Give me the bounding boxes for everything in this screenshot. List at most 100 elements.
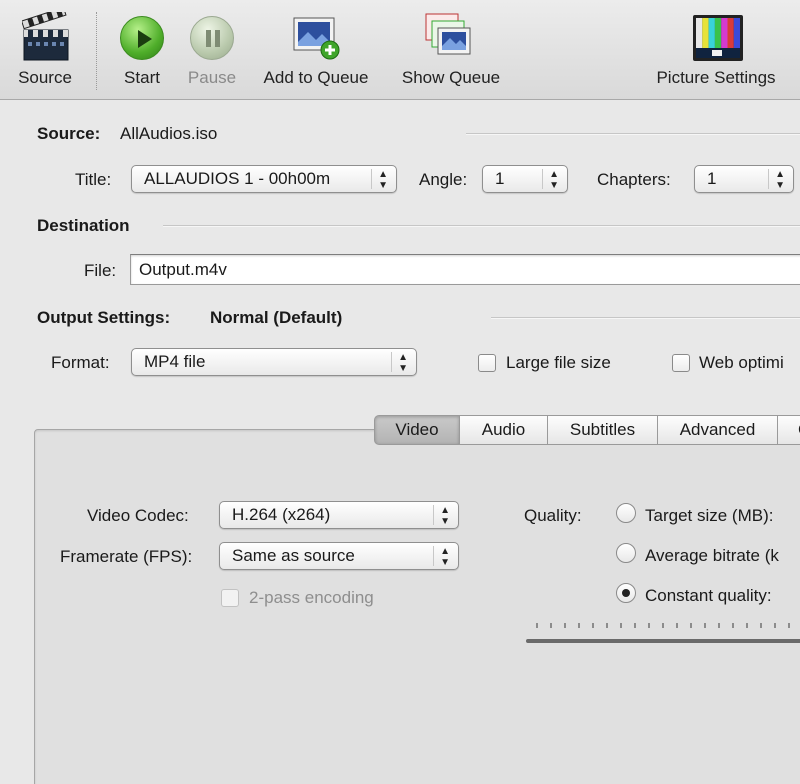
clapperboard-icon [22, 12, 69, 61]
large-file-size-checkbox[interactable] [478, 354, 496, 372]
add-to-queue-label: Add to Queue [263, 68, 369, 87]
constant-quality-radio[interactable] [616, 583, 636, 603]
angle-popup-value: 1 [495, 169, 505, 188]
source-label: Source: [37, 124, 101, 143]
updown-arrows-icon: ▲ ▼ [775, 169, 785, 191]
chapters-popup-value: 1 [707, 169, 717, 188]
source-divider [466, 133, 800, 135]
video-codec-value: H.264 (x264) [232, 505, 331, 524]
title-popup-value: ALLAUDIOS 1 - 00h00m [144, 169, 331, 188]
popup-divider [433, 546, 434, 566]
format-popup[interactable]: MP4 file ▲ ▼ [131, 348, 417, 376]
format-label: Format: [51, 353, 110, 372]
large-file-size-label: Large file size [506, 353, 611, 372]
angle-label: Angle: [419, 170, 468, 189]
add-to-queue-icon [293, 17, 340, 60]
add-to-queue-button[interactable]: Add to Queue [258, 0, 374, 100]
tab-video[interactable]: Video [374, 415, 460, 445]
destination-heading: Destination [37, 216, 130, 235]
updown-arrows-icon: ▲ ▼ [378, 169, 388, 191]
slider-tick [690, 623, 692, 628]
target-size-label: Target size (MB): [645, 506, 774, 525]
slider-tick [718, 623, 720, 628]
updown-arrows-icon: ▲ ▼ [398, 352, 408, 374]
slider-tick [536, 623, 538, 628]
updown-arrows-icon: ▲ ▼ [549, 169, 559, 191]
two-pass-checkbox[interactable] [221, 589, 239, 607]
slider-tick [704, 623, 706, 628]
format-popup-value: MP4 file [144, 352, 206, 371]
tab-advanced[interactable]: Advanced [658, 415, 778, 445]
web-optimized-checkbox[interactable] [672, 354, 690, 372]
pause-button[interactable]: Pause [182, 0, 242, 100]
output-settings-label: Output Settings: [37, 308, 171, 327]
tab-subtitles[interactable]: Subtitles [548, 415, 658, 445]
title-label: Title: [75, 170, 112, 189]
video-codec-popup[interactable]: H.264 (x264) ▲ ▼ [219, 501, 459, 529]
popup-divider [542, 169, 543, 189]
file-path-value: Output.m4v [139, 260, 227, 279]
slider-tick [760, 623, 762, 628]
tv-test-pattern-icon [693, 15, 743, 61]
destination-divider [163, 225, 800, 227]
slider-tick [676, 623, 678, 628]
slider-tick [578, 623, 580, 628]
web-optimized-label: Web optimi [699, 353, 784, 372]
popup-divider [768, 169, 769, 189]
pause-icon [190, 16, 234, 60]
framerate-label: Framerate (FPS): [60, 547, 193, 566]
video-codec-label: Video Codec: [87, 506, 189, 525]
two-pass-label: 2-pass encoding [249, 588, 374, 607]
title-popup[interactable]: ALLAUDIOS 1 - 00h00m ▲ ▼ [131, 165, 397, 193]
slider-tick [592, 623, 594, 628]
tab-audio[interactable]: Audio [460, 415, 548, 445]
file-label: File: [84, 261, 117, 280]
updown-arrows-icon: ▲ ▼ [440, 546, 450, 568]
framerate-popup[interactable]: Same as source ▲ ▼ [219, 542, 459, 570]
average-bitrate-label: Average bitrate (k [645, 546, 779, 565]
file-path-field[interactable]: Output.m4v [130, 254, 800, 285]
show-queue-label: Show Queue [401, 68, 501, 87]
show-queue-button[interactable]: Show Queue [394, 0, 508, 100]
pause-label: Pause [187, 68, 237, 87]
slider-tick [732, 623, 734, 628]
framerate-value: Same as source [232, 546, 355, 565]
target-size-radio[interactable] [616, 503, 636, 523]
picture-settings-button[interactable]: Picture Settings [646, 0, 786, 100]
start-button[interactable]: Start [112, 0, 172, 100]
quality-label: Quality: [524, 506, 582, 525]
constant-quality-label: Constant quality: [645, 586, 772, 605]
slider-tick [634, 623, 636, 628]
output-divider [491, 317, 800, 319]
slider-tick [662, 623, 664, 628]
popup-divider [433, 505, 434, 525]
tab-chapters[interactable]: C [778, 415, 800, 445]
slider-tick [564, 623, 566, 628]
source-toolbar-button[interactable]: Source [0, 0, 90, 100]
settings-tab-panel [34, 429, 800, 784]
slider-tick [774, 623, 776, 628]
quality-slider[interactable] [526, 639, 800, 643]
slider-tick [620, 623, 622, 628]
slider-tick [746, 623, 748, 628]
slider-tick [550, 623, 552, 628]
updown-arrows-icon: ▲ ▼ [440, 505, 450, 527]
slider-tick [648, 623, 650, 628]
toolbar: Source Start Pause Add to Queue Show Que… [0, 0, 800, 100]
popup-divider [371, 169, 372, 189]
show-queue-icon [425, 13, 471, 55]
output-preset-name: Normal (Default) [210, 308, 343, 327]
start-label: Start [124, 68, 160, 87]
source-filename: AllAudios.iso [120, 124, 218, 143]
chapters-popup[interactable]: 1 ▲ ▼ [694, 165, 794, 193]
chapters-label: Chapters: [597, 170, 671, 189]
slider-tick [788, 623, 790, 628]
slider-tick [606, 623, 608, 628]
toolbar-separator [96, 12, 97, 90]
average-bitrate-radio[interactable] [616, 543, 636, 563]
radio-selected-dot [622, 589, 630, 597]
play-icon [120, 16, 164, 60]
settings-tab-bar: Video Audio Subtitles Advanced C [374, 415, 800, 445]
angle-popup[interactable]: 1 ▲ ▼ [482, 165, 568, 193]
source-toolbar-label: Source [18, 68, 72, 87]
